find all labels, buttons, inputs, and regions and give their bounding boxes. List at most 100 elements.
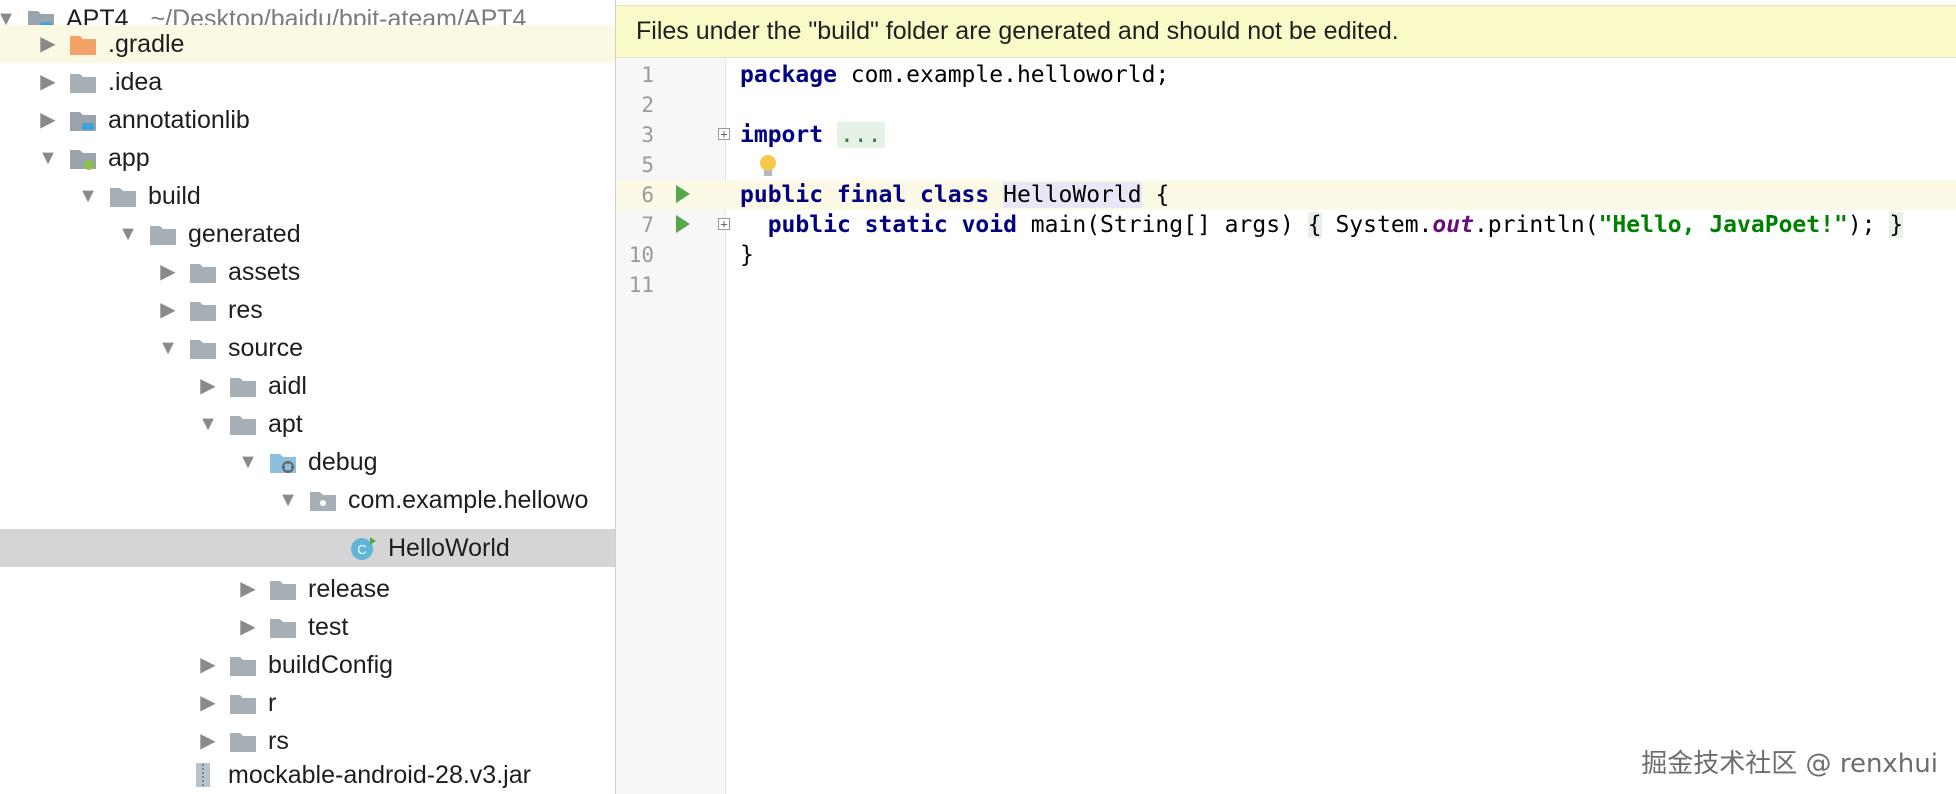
chevron-right-icon[interactable]: ▶: [236, 608, 260, 646]
folder-icon: [188, 297, 218, 323]
fold-expand-icon[interactable]: +: [718, 128, 730, 140]
chevron-right-icon[interactable]: ▶: [36, 63, 60, 101]
code-line[interactable]: 2: [616, 90, 1956, 120]
code-token: main(String[] args): [1016, 212, 1308, 238]
code-token: .println(: [1473, 212, 1599, 238]
chevron-down-icon[interactable]: ▼: [276, 481, 300, 519]
fold-expand-icon[interactable]: +: [718, 218, 730, 230]
code-line[interactable]: 7 + public static void main(String[] arg…: [616, 210, 1956, 240]
chevron-down-icon[interactable]: ▼: [36, 139, 60, 177]
code-line-current[interactable]: 6 public final class HelloWorld {: [616, 180, 1956, 210]
folder-icon: [148, 221, 178, 247]
tree-item-label: apt: [268, 409, 303, 438]
folder-icon: [228, 690, 258, 716]
class-name-token: HelloWorld: [1003, 182, 1142, 208]
code-text[interactable]: import ...: [740, 120, 885, 150]
code-editor[interactable]: Files under the "build" folder are gener…: [615, 0, 1956, 794]
tree-item-rs[interactable]: ▶ rs: [0, 722, 615, 760]
tree-item-helloworld[interactable]: C HelloWorld: [0, 529, 615, 567]
tree-item-generated[interactable]: ▼ generated: [0, 215, 615, 253]
tree-item-source[interactable]: ▼ source: [0, 329, 615, 367]
tree-item-buildconfig[interactable]: ▶ buildConfig: [0, 646, 615, 684]
line-number: 10: [628, 243, 654, 267]
code-line[interactable]: 1 package com.example.helloworld;: [616, 60, 1956, 90]
line-number: 5: [641, 153, 654, 177]
chevron-down-icon[interactable]: ▼: [196, 405, 220, 443]
code-text[interactable]: }: [740, 240, 754, 270]
tree-item-res[interactable]: ▶ res: [0, 291, 615, 329]
tree-item-label: res: [228, 295, 263, 324]
tree-item-debug[interactable]: ▼ debug: [0, 443, 615, 481]
tree-item-release[interactable]: ▶ release: [0, 570, 615, 608]
project-tree: ▼ APT4 ~/Desktop/baidu/bpit-ateam/APT4 ▶…: [0, 0, 615, 794]
code-token: com.example.helloworld;: [836, 62, 1170, 88]
chevron-right-icon[interactable]: ▶: [36, 25, 60, 63]
tree-item-package[interactable]: ▼ com.example.hellowo: [0, 481, 615, 519]
tree-item-aidl[interactable]: ▶ aidl: [0, 367, 615, 405]
line-number: 11: [628, 273, 654, 297]
run-method-icon[interactable]: [676, 215, 690, 233]
folder-icon: [188, 259, 218, 285]
folded-brace-open[interactable]: {: [1307, 212, 1322, 238]
folder-icon: [108, 183, 138, 209]
tree-item-label: source: [228, 333, 304, 362]
tree-item-apt[interactable]: ▼ apt: [0, 405, 615, 443]
tree-item-gradle[interactable]: ▶ .gradle: [0, 25, 615, 63]
tree-item-label: release: [308, 574, 390, 603]
folder-icon: [228, 652, 258, 678]
code-text[interactable]: package com.example.helloworld;: [740, 60, 1169, 90]
tree-item-label: mockable-android-28.v3.jar: [228, 760, 531, 789]
tree-item-idea[interactable]: ▶ .idea: [0, 63, 615, 101]
folder-icon: [68, 31, 98, 57]
code-token: );: [1847, 212, 1890, 238]
chevron-right-icon[interactable]: ▶: [196, 646, 220, 684]
lightbulb-icon[interactable]: [756, 152, 780, 180]
tree-item-label: com.example.hellowo: [348, 485, 589, 514]
code-keyword: public static void: [767, 212, 1017, 238]
chevron-right-icon[interactable]: ▶: [236, 570, 260, 608]
chevron-right-icon[interactable]: ▶: [156, 291, 180, 329]
chevron-down-icon[interactable]: ▼: [236, 443, 260, 481]
tree-item-label: assets: [228, 257, 301, 286]
line-number: 7: [641, 213, 654, 237]
svg-text:C: C: [357, 542, 366, 557]
folded-brace-close[interactable]: }: [1889, 212, 1904, 238]
code-line[interactable]: 3 + import ...: [616, 120, 1956, 150]
code-keyword: public final class: [740, 182, 990, 208]
line-number: 6: [641, 183, 654, 207]
tree-item-build[interactable]: ▼ build: [0, 177, 615, 215]
tree-item-assets[interactable]: ▶ assets: [0, 253, 615, 291]
tree-item-test[interactable]: ▶ test: [0, 608, 615, 646]
static-field-token: out: [1432, 212, 1474, 238]
chevron-down-icon[interactable]: ▼: [76, 177, 100, 215]
chevron-down-icon[interactable]: ▼: [156, 329, 180, 367]
tree-item-annotationlib[interactable]: ▶ annotationlib: [0, 101, 615, 139]
tree-item-app[interactable]: ▼ app: [0, 139, 615, 177]
android-module-folder-icon: [68, 145, 98, 171]
chevron-right-icon[interactable]: ▶: [196, 722, 220, 760]
chevron-right-icon[interactable]: ▶: [156, 253, 180, 291]
tree-item-label: generated: [188, 219, 301, 248]
chevron-down-icon[interactable]: ▼: [116, 215, 140, 253]
tree-item-label: rs: [268, 726, 289, 755]
folder-icon: [268, 576, 298, 602]
tree-item-r[interactable]: ▶ r: [0, 684, 615, 722]
tree-item-label: build: [148, 181, 201, 210]
folded-imports[interactable]: ...: [836, 122, 885, 148]
code-text[interactable]: public final class HelloWorld {: [740, 180, 1169, 210]
code-line[interactable]: 10 }: [616, 240, 1956, 270]
module-folder-icon: [68, 107, 98, 133]
code-text[interactable]: public static void main(String[] args) {…: [740, 210, 1904, 240]
line-number: 1: [641, 63, 654, 87]
tree-item-label: .idea: [108, 67, 163, 96]
run-class-icon[interactable]: [676, 185, 690, 203]
code-line[interactable]: 5: [616, 150, 1956, 180]
generated-source-folder-icon: [268, 449, 298, 475]
chevron-right-icon[interactable]: ▶: [196, 367, 220, 405]
line-number: 2: [641, 93, 654, 117]
chevron-right-icon[interactable]: ▶: [36, 101, 60, 139]
chevron-right-icon[interactable]: ▶: [196, 684, 220, 722]
code-token: System.: [1321, 212, 1433, 238]
tree-item-mockable-jar[interactable]: mockable-android-28.v3.jar: [0, 756, 615, 794]
code-line[interactable]: 11: [616, 270, 1956, 300]
